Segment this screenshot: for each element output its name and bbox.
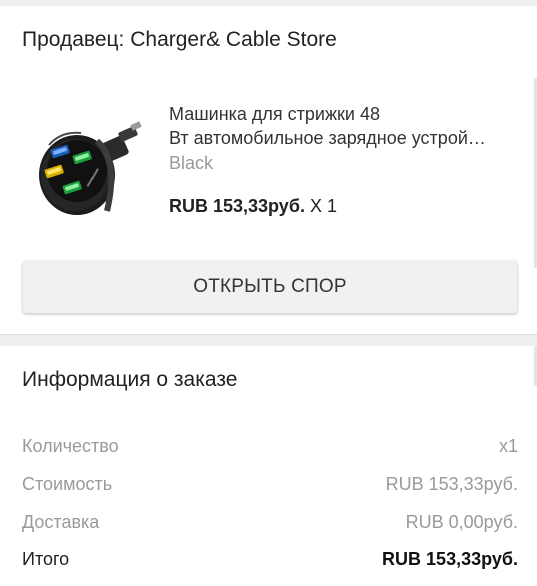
seller-card: Продавец: Charger& Cable Store Машинка д… — [0, 6, 537, 335]
product-title-line-2: Вт автомобильное зарядное устрой… — [169, 128, 486, 148]
seller-title[interactable]: Продавец: Charger& Cable Store — [22, 28, 337, 52]
info-label: Доставка — [22, 512, 100, 532]
info-label: Количество — [22, 436, 119, 456]
product-variant: Black — [169, 153, 214, 173]
total-label: Итого — [22, 549, 70, 569]
info-row-cost: Стоимость RUB 153,33руб. — [22, 474, 518, 498]
info-row-total: Итого RUB 153,33руб. — [22, 549, 518, 573]
info-value: RUB 0,00руб. — [405, 512, 518, 532]
info-value: x1 — [498, 436, 518, 456]
info-label: Стоимость — [22, 474, 113, 494]
order-info-card: Информация о заказе Количество x1 Стоимо… — [0, 346, 537, 586]
product-quantity: X 1 — [309, 196, 337, 216]
total-value: RUB 153,33руб. — [382, 549, 518, 569]
open-dispute-button[interactable]: ОТКРЫТЬ СПОР — [23, 261, 517, 313]
info-value: RUB 153,33руб. — [385, 474, 518, 494]
info-row-quantity: Количество x1 — [22, 436, 518, 460]
info-row-shipping: Доставка RUB 0,00руб. — [22, 512, 518, 536]
order-info-title: Информация о заказе — [22, 368, 238, 391]
car-charger-image[interactable] — [19, 101, 151, 233]
product-price: RUB 153,33руб. — [169, 196, 305, 216]
car-charger-icon — [39, 121, 142, 215]
product-title-line-1: Машинка для стрижки 48 — [169, 104, 380, 124]
product-price-row: RUB 153,33руб. X 1 — [169, 196, 337, 217]
product-title[interactable]: Машинка для стрижки 48 Вт автомобильное … — [169, 102, 529, 150]
